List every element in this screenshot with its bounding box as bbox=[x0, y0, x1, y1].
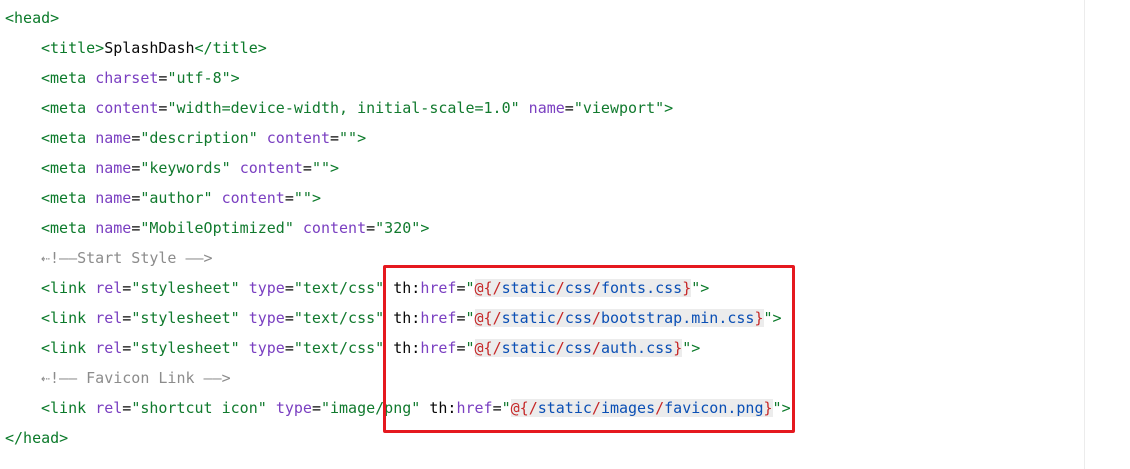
code-editor[interactable]: <head> <title>SplashDash</title> <meta c… bbox=[0, 0, 1084, 469]
code-line-15: </head> bbox=[5, 423, 68, 453]
code-line-8: <meta name="MobileOptimized" content="32… bbox=[41, 219, 430, 237]
attr-value: "" bbox=[293, 189, 312, 207]
attr-name: name bbox=[95, 159, 132, 177]
meta-tag: <meta bbox=[41, 99, 87, 117]
attr-value: "text/css" bbox=[293, 339, 385, 357]
title-close-tag: </title> bbox=[194, 39, 267, 57]
attr-value: "MobileOptimized" bbox=[140, 219, 294, 237]
code-line-2: <title>SplashDash</title> bbox=[41, 33, 267, 63]
tag-end: > bbox=[230, 69, 240, 87]
link-tag: <link bbox=[41, 279, 87, 297]
attr-name: rel bbox=[95, 309, 123, 327]
head-close-tag: </head> bbox=[5, 429, 69, 447]
meta-tag: <meta bbox=[41, 69, 87, 87]
attr-value: "text/css" bbox=[293, 279, 385, 297]
link-tag: <link bbox=[41, 399, 87, 417]
right-margin-guide bbox=[1084, 0, 1085, 469]
meta-tag: <meta bbox=[41, 129, 87, 147]
attr-name: content bbox=[302, 219, 367, 237]
head-open-tag: <head> bbox=[5, 9, 60, 27]
attr-name: content bbox=[221, 189, 285, 207]
attr-name: content bbox=[266, 129, 330, 147]
meta-tag: <meta bbox=[41, 219, 87, 237]
attr-value: "320" bbox=[375, 219, 421, 237]
attr-value: "stylesheet" bbox=[131, 279, 240, 297]
highlight-annotation-box bbox=[383, 265, 795, 433]
meta-tag: <meta bbox=[41, 159, 87, 177]
attr-name: rel bbox=[95, 399, 123, 417]
title-open-tag: <title> bbox=[41, 39, 105, 57]
code-line-9-comment: ⇠!——Start Style ——> bbox=[41, 249, 213, 267]
tag-end: > bbox=[420, 219, 430, 237]
code-line-13-comment: ⇠!—— Favicon Link ——> bbox=[41, 369, 231, 387]
attr-name: name bbox=[95, 219, 132, 237]
attr-name: name bbox=[95, 189, 132, 207]
link-tag: <link bbox=[41, 339, 87, 357]
attr-value: "stylesheet" bbox=[131, 309, 240, 327]
tag-end: > bbox=[664, 99, 674, 117]
attr-name: name bbox=[95, 129, 132, 147]
tag-end: > bbox=[330, 159, 340, 177]
attr-value: "" bbox=[311, 159, 330, 177]
code-line-7: <meta name="author" content=""> bbox=[41, 189, 321, 207]
attr-value: "text/css" bbox=[293, 309, 385, 327]
attr-name: name bbox=[528, 99, 565, 117]
attr-name: type bbox=[248, 279, 285, 297]
attr-name: content bbox=[239, 159, 303, 177]
attr-value: "description" bbox=[140, 129, 258, 147]
attr-value: "width=device-width, initial-scale=1.0" bbox=[167, 99, 520, 117]
attr-name: type bbox=[248, 339, 285, 357]
attr-name: type bbox=[275, 399, 312, 417]
attr-name: type bbox=[248, 309, 285, 327]
code-line-3: <meta charset="utf-8"> bbox=[41, 63, 240, 93]
tag-end: > bbox=[311, 189, 321, 207]
attr-value: "keywords" bbox=[140, 159, 231, 177]
attr-value: "stylesheet" bbox=[131, 339, 240, 357]
code-line-1: <head> bbox=[5, 3, 59, 33]
code-line-5: <meta name="description" content=""> bbox=[41, 129, 367, 147]
attr-value: "" bbox=[339, 129, 358, 147]
attr-name: rel bbox=[95, 339, 123, 357]
attr-name: charset bbox=[95, 69, 159, 87]
tag-end: > bbox=[357, 129, 367, 147]
attr-value: "viewport" bbox=[573, 99, 665, 117]
link-tag: <link bbox=[41, 309, 87, 327]
code-line-6: <meta name="keywords" content=""> bbox=[41, 159, 340, 177]
attr-name: rel bbox=[95, 279, 123, 297]
attr-value: "author" bbox=[140, 189, 213, 207]
attr-value: "utf-8" bbox=[167, 69, 231, 87]
attr-name: content bbox=[95, 99, 159, 117]
attr-value: "shortcut icon" bbox=[131, 399, 267, 417]
meta-tag: <meta bbox=[41, 189, 87, 207]
title-text: SplashDash bbox=[104, 39, 195, 57]
code-line-4: <meta content="width=device-width, initi… bbox=[41, 99, 674, 117]
